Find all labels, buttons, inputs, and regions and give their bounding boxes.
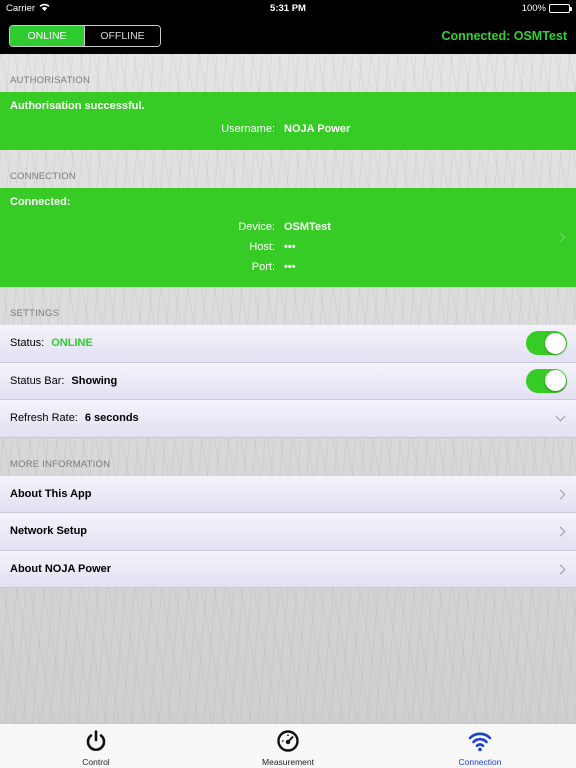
username-label: Username: (221, 123, 275, 135)
gauge-icon (276, 729, 300, 757)
online-offline-segmented-control: ONLINE OFFLINE (9, 24, 161, 47)
connection-message: Connected: (10, 196, 71, 208)
section-header-more-information: MORE INFORMATION (10, 458, 111, 470)
tab-control-label: Control (82, 757, 110, 767)
more-info-about-noja[interactable]: About NOJA Power (0, 550, 576, 588)
system-status-bar: Carrier 5:31 PM 100% (0, 0, 576, 17)
network-setup-label: Network Setup (10, 525, 88, 538)
username-value: NOJA Power (284, 123, 351, 135)
host-label: Host: (249, 241, 275, 253)
about-noja-label: About NOJA Power (10, 562, 112, 575)
device-row: Device: OSMTest (0, 217, 576, 237)
settings-row-status: Status: ONLINE (0, 325, 576, 363)
chevron-down-icon (555, 411, 566, 422)
about-app-label: About This App (10, 487, 92, 500)
host-row: Host: ••• (0, 237, 576, 257)
clock: 5:31 PM (270, 3, 306, 14)
tab-measurement[interactable]: Measurement (192, 724, 384, 768)
segment-online[interactable]: ONLINE (10, 25, 85, 46)
username-row: Username: NOJA Power (0, 119, 576, 139)
port-value: ••• (284, 261, 296, 273)
settings-row-status-bar: Status Bar: Showing (0, 362, 576, 400)
authorisation-message: Authorisation successful. (10, 100, 145, 112)
device-label: Device: (238, 221, 275, 233)
status-bar-toggle[interactable] (526, 368, 567, 393)
tab-bar: Control Measurement Connection (0, 723, 576, 768)
device-value: OSMTest (284, 221, 331, 233)
power-icon (84, 729, 108, 757)
carrier-label: Carrier (6, 3, 36, 14)
battery-percent: 100% (521, 3, 546, 14)
wifi-signal-icon (39, 3, 50, 14)
port-row: Port: ••• (0, 257, 576, 277)
status-bar-label: Status Bar: (10, 374, 65, 387)
port-label: Port: (251, 261, 275, 273)
settings-row-refresh-rate[interactable]: Refresh Rate: 6 seconds (0, 400, 576, 438)
status-value: ONLINE (51, 337, 93, 350)
toggle-knob (544, 332, 566, 354)
more-info-about-app[interactable]: About This App (0, 475, 576, 513)
tab-connection-label: Connection (458, 757, 502, 767)
more-info-network-setup[interactable]: Network Setup (0, 513, 576, 551)
chevron-right-icon (555, 526, 566, 537)
status-toggle[interactable] (526, 331, 567, 356)
battery-group: 100% (521, 3, 572, 14)
section-header-connection: CONNECTION (10, 171, 76, 182)
battery-icon (549, 4, 572, 13)
refresh-rate-value: 6 seconds (84, 412, 139, 425)
carrier-group: Carrier (6, 3, 50, 14)
main-content[interactable]: AUTHORISATION Authorisation successful. … (0, 54, 576, 723)
tab-measurement-label: Measurement (262, 757, 314, 767)
authorisation-panel: Authorisation successful. Username: NOJA… (0, 92, 576, 150)
status-label: Status: (10, 337, 45, 350)
segment-offline[interactable]: OFFLINE (85, 25, 160, 46)
chevron-right-icon (555, 489, 566, 499)
tab-connection[interactable]: Connection (384, 724, 576, 768)
wifi-icon (468, 729, 492, 757)
status-bar-value: Showing (71, 374, 118, 387)
chevron-right-icon (555, 564, 566, 574)
toggle-knob (544, 370, 566, 392)
navigation-bar: ONLINE OFFLINE Connected: OSMTest (0, 17, 576, 54)
section-header-settings: SETTINGS (10, 308, 60, 319)
tab-control[interactable]: Control (0, 724, 192, 768)
section-header-authorisation: AUTHORISATION (10, 75, 91, 86)
refresh-rate-label: Refresh Rate: (10, 412, 78, 425)
connection-panel[interactable]: Connected: Device: OSMTest Host: ••• Por… (0, 188, 576, 287)
connection-title: Connected: OSMTest (441, 28, 567, 43)
host-value: ••• (284, 241, 296, 253)
